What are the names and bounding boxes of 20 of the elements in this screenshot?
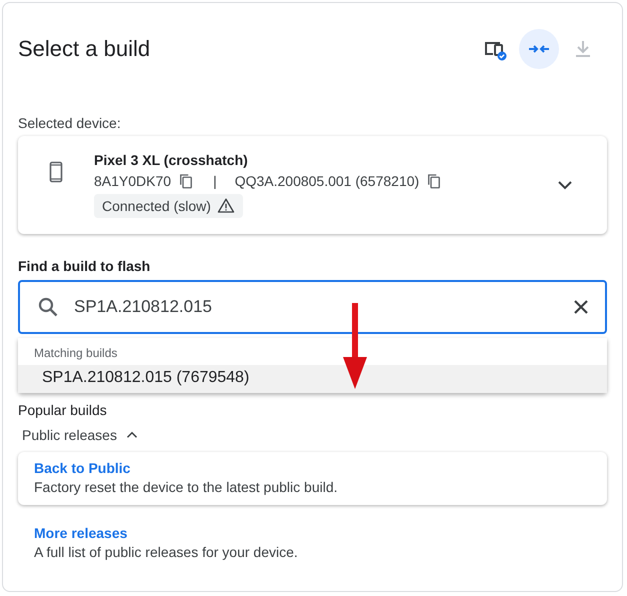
serial-number: 8A1Y0DK70 [94,173,172,189]
separator: | [213,173,217,189]
section-label: Selected device: [18,115,122,131]
build-id: QQ3A.200805.001 (6578210) [234,173,420,189]
releases-toggle[interactable]: Public releases [18,424,145,446]
device-name: Pixel 3 XL (crosshatch) [94,152,249,168]
search-bar[interactable]: SP1A.210812.015 [18,280,607,334]
search-icon [36,295,60,319]
arrows-inward-button[interactable] [519,29,559,69]
release-link[interactable]: More releases [34,525,128,541]
status-text: Connected (slow) [102,198,211,214]
section-heading: Popular builds [18,402,108,418]
page-title: Select a build [18,36,150,62]
release-description: A full list of public releases for your device. [34,544,299,560]
release-description: Factory reset the device to the latest public build. [34,479,338,495]
section-label: Find a build to flash [18,258,152,274]
release-link[interactable]: Back to Public [34,460,130,476]
search-input[interactable]: SP1A.210812.015 [74,297,555,317]
dropdown-heading: Matching builds [33,346,118,362]
suggestion-option[interactable]: SP1A.210812.015 (7679548) [18,365,607,393]
